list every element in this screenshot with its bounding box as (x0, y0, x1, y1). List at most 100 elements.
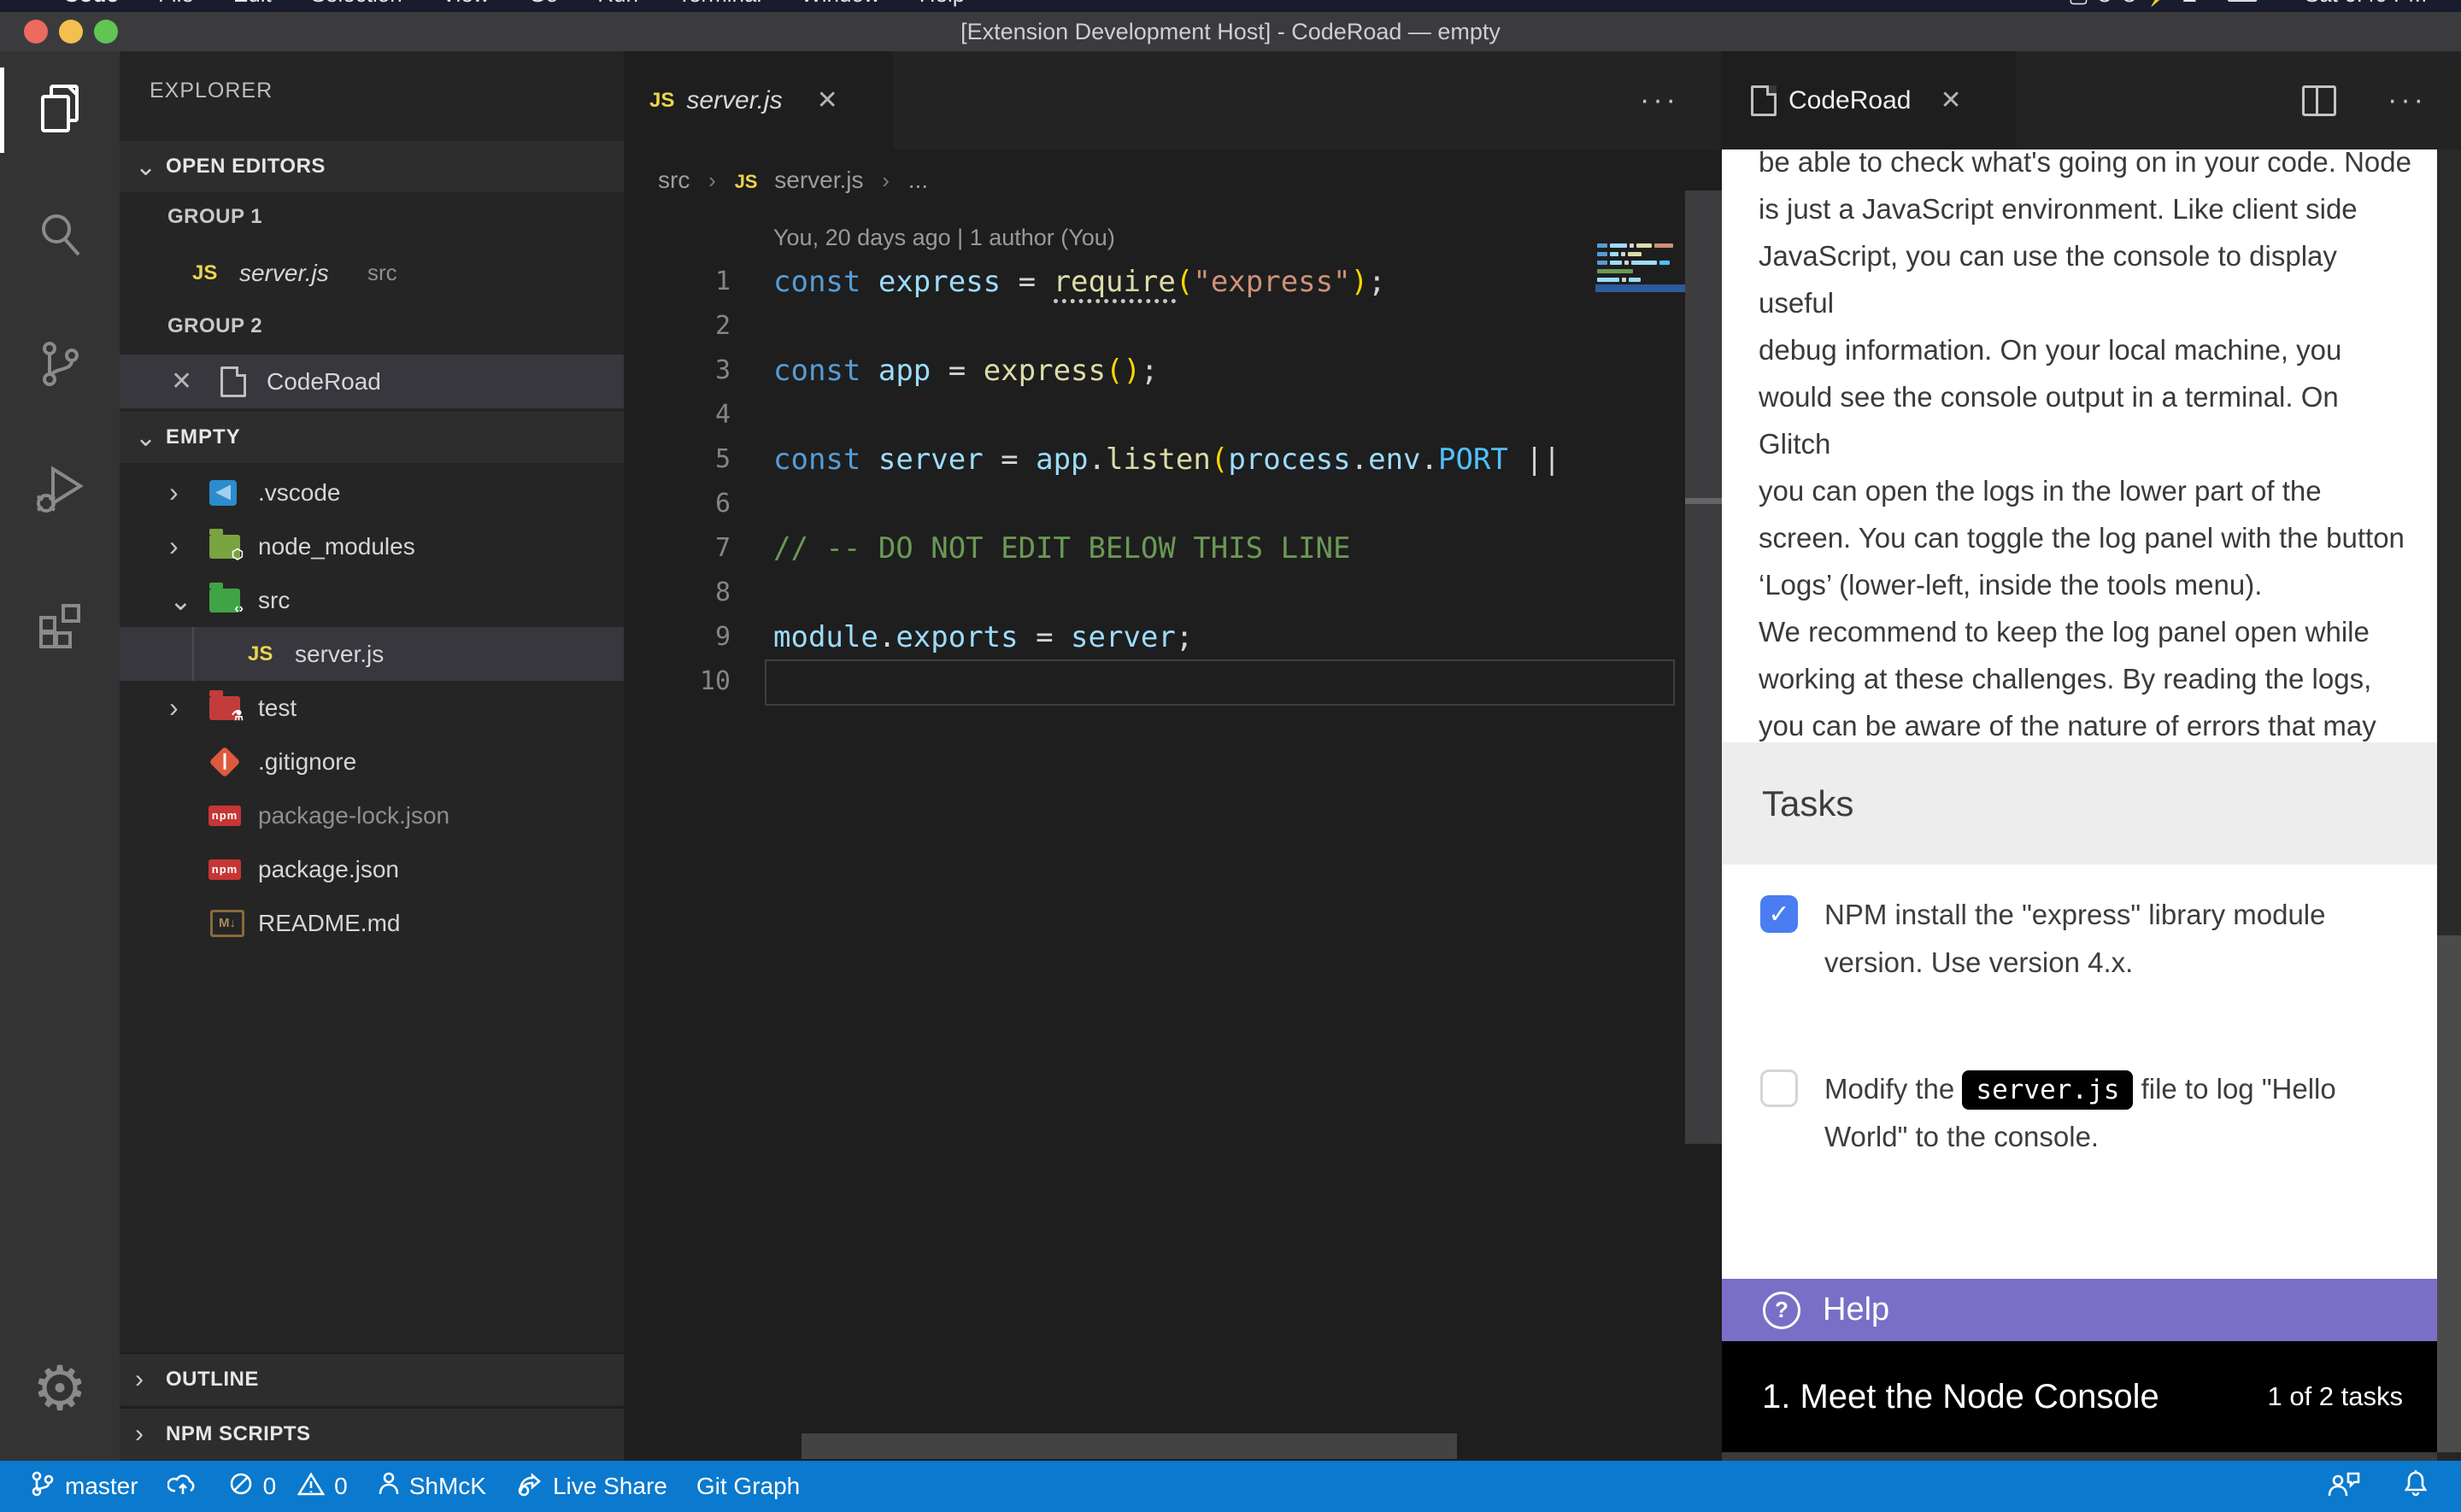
explorer-activity-button[interactable] (0, 62, 120, 158)
bell-icon[interactable] (2401, 1468, 2430, 1505)
tree-item-label: package-lock.json (258, 802, 449, 829)
open-editors-section-header[interactable]: ⌄ OPEN EDITORS (120, 141, 624, 192)
menu-item-window[interactable]: Window (801, 0, 879, 8)
tab-serverjs[interactable]: JS server.js ✕ (624, 51, 893, 149)
outline-section-header[interactable]: › OUTLINE (120, 1352, 624, 1405)
menu-item-code[interactable]: Code (63, 0, 119, 8)
search-activity-button[interactable] (0, 188, 120, 284)
breadcrumb-folder[interactable]: src (658, 167, 690, 193)
split-editor-icon[interactable] (2302, 85, 2336, 116)
tree-item-package-lock[interactable]: npm package-lock.json (120, 788, 624, 842)
js-file-icon: JS (192, 261, 217, 285)
feedback-icon[interactable] (2326, 1468, 2360, 1505)
vscode-window: Code File Edit Selection View Go Run Ter… (0, 0, 2461, 1512)
tree-item-serverjs-selected[interactable]: JS server.js (120, 627, 624, 681)
task2-checkbox-unchecked[interactable] (1760, 1070, 1798, 1107)
markdown-icon: M↓ (210, 910, 244, 937)
editor-group-2-label: GROUP 2 (167, 301, 262, 352)
tree-item-src[interactable]: ⌄ ‹› src (120, 573, 624, 627)
close-icon[interactable]: ✕ (1940, 85, 1961, 115)
cloud-sync-icon (167, 1470, 198, 1503)
code-line[interactable]: 3const app = express(); (624, 349, 1722, 393)
open-editor-serverjs[interactable]: JS server.js src (120, 246, 624, 300)
src-folder-icon: ‹› (209, 589, 240, 612)
help-bar[interactable]: ? Help (1722, 1279, 2437, 1341)
indent-guide (192, 627, 194, 681)
lesson-footer-bar[interactable]: 1. Meet the Node Console 1 of 2 tasks (1722, 1341, 2437, 1452)
editor-scrollbar[interactable] (1685, 190, 1722, 1144)
menu-item-run[interactable]: Run (597, 0, 638, 8)
extensions-activity-button[interactable] (0, 575, 120, 671)
problems-status[interactable]: 0 0 (227, 1470, 348, 1503)
panel-scrollbar-track[interactable] (2437, 149, 2461, 935)
tree-item-gitignore[interactable]: .gitignore (120, 735, 624, 788)
code-line[interactable]: 1const express = require("express"); (624, 260, 1722, 304)
git-branch-status[interactable]: master (29, 1470, 138, 1503)
tree-item-readme[interactable]: M↓ README.md (120, 896, 624, 950)
sync-changes-button[interactable] (167, 1470, 198, 1503)
help-label: Help (1823, 1292, 1889, 1328)
title-bar: [Extension Development Host] - CodeRoad … (0, 12, 2461, 53)
menu-item-selection[interactable]: Selection (311, 0, 402, 8)
npm-scripts-section-header[interactable]: › NPM SCRIPTS (120, 1407, 624, 1460)
tree-item-package-json[interactable]: npm package.json (120, 842, 624, 896)
run-debug-icon (32, 462, 87, 521)
code-line[interactable]: 6 (624, 482, 1722, 526)
tree-item-node-modules[interactable]: › ⬡ node_modules (120, 519, 624, 573)
chevron-down-icon: ⌄ (135, 152, 166, 182)
coderoad-webview: be able to check what's going on in your… (1722, 149, 2437, 1461)
breadcrumb-file[interactable]: server.js (774, 167, 863, 193)
code-line[interactable]: 9module.exports = server; (624, 615, 1722, 659)
open-editors-label: OPEN EDITORS (166, 155, 326, 179)
task2-text-line2: World" to the console. (1824, 1113, 2414, 1160)
editor-tab-bar: JS server.js ✕ ··· (624, 51, 1722, 149)
tab-coderoad[interactable]: CodeRoad ✕ (1722, 51, 2017, 149)
panel-more-actions-button[interactable]: ··· (2388, 51, 2427, 149)
run-debug-activity-button[interactable] (0, 443, 120, 539)
code-line[interactable]: 4 (624, 393, 1722, 437)
menu-item-edit[interactable]: Edit (233, 0, 272, 8)
menu-item-help[interactable]: Help (919, 0, 965, 8)
breadcrumb-symbol[interactable]: ... (908, 167, 928, 193)
menu-item-terminal[interactable]: Terminal (678, 0, 761, 8)
panel-scrollbar-thumb[interactable] (2437, 935, 2461, 1452)
tree-item-test[interactable]: › ⚗ test (120, 681, 624, 735)
chevron-down-icon: ⌄ (169, 584, 192, 617)
menu-item-file[interactable]: File (158, 0, 194, 8)
live-share-button[interactable]: Live Share (515, 1470, 667, 1503)
open-editor-coderoad[interactable]: ✕ CodeRoad (120, 355, 624, 408)
editor-actions-more-button[interactable]: ··· (1640, 51, 1679, 149)
close-icon[interactable]: ✕ (171, 366, 192, 396)
chevron-right-icon: › (169, 692, 179, 724)
menubar-status-icons[interactable]: ▢ ⊙ ⊘ ⚡ ▲ ⌁ ⌨ (2068, 0, 2258, 8)
minimap-current-line (1595, 284, 1685, 292)
minimap[interactable] (1595, 188, 1685, 290)
account-status[interactable]: ShMcK (377, 1470, 486, 1503)
chevron-right-icon: › (135, 1365, 166, 1394)
menubar-clock[interactable]: Sat 6:40 PM (2305, 0, 2427, 8)
git-graph-button[interactable]: Git Graph (696, 1473, 800, 1500)
inline-code-chip: server.js (1962, 1070, 2133, 1110)
code-line[interactable]: 8 (624, 571, 1722, 615)
npm-icon: npm (209, 859, 241, 880)
code-line[interactable]: 5const server = app.listen(process.env.P… (624, 437, 1722, 482)
close-icon[interactable]: ✕ (817, 85, 838, 115)
chevron-right-icon: › (135, 1420, 166, 1449)
breadcrumb[interactable]: src › JS server.js › ... (624, 149, 1722, 211)
code-line[interactable]: 2 (624, 304, 1722, 349)
tree-item-vscode[interactable]: › .vscode (120, 466, 624, 519)
code-line-current[interactable]: 10 (624, 659, 1722, 704)
codelens-annotation[interactable]: You, 20 days ago | 1 author (You) (773, 219, 1115, 256)
task1-checkbox-checked[interactable]: ✓ (1760, 895, 1798, 933)
tree-item-label: .vscode (258, 479, 341, 507)
git-icon (209, 746, 241, 777)
branch-icon (29, 1470, 56, 1503)
code-line[interactable]: 7// -- DO NOT EDIT BELOW THIS LINE (624, 526, 1722, 571)
settings-gear-button[interactable]: ⚙ (0, 1341, 120, 1437)
source-control-activity-button[interactable] (0, 318, 120, 413)
tree-item-label: README.md (258, 910, 400, 937)
menu-item-view[interactable]: View (442, 0, 490, 8)
menu-item-go[interactable]: Go (529, 0, 559, 8)
folder-section-header[interactable]: ⌄ EMPTY (120, 412, 624, 463)
horizontal-scrollbar[interactable] (802, 1433, 1457, 1459)
